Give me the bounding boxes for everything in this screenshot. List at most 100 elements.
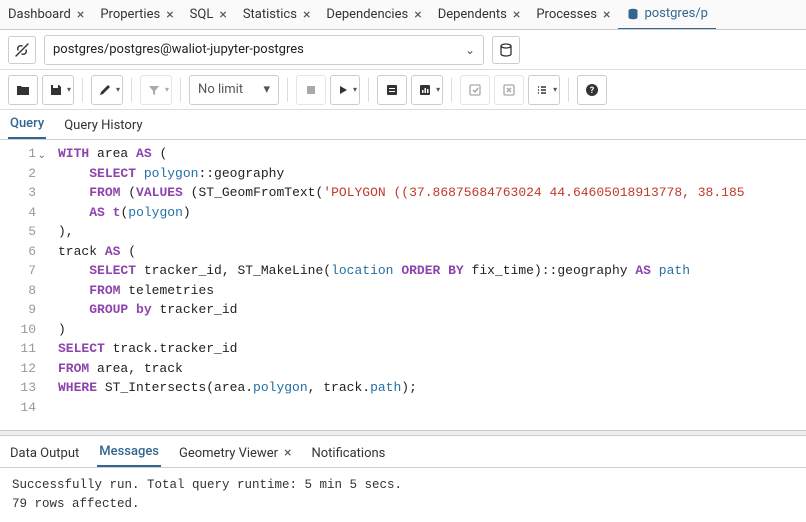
separator: [131, 78, 132, 102]
code-line: FROM area, track: [58, 359, 745, 379]
tab-messages[interactable]: Messages: [97, 438, 161, 467]
edit-button[interactable]: ▾: [91, 75, 123, 105]
line-number: 10: [2, 320, 36, 340]
chevron-down-icon: ▾: [264, 82, 271, 97]
connection-select[interactable]: postgres/postgres@waliot-jupyter-postgre…: [44, 35, 484, 65]
open-file-button[interactable]: [8, 75, 38, 105]
separator: [180, 78, 181, 102]
top-tab[interactable]: Properties ×: [92, 0, 181, 30]
folder-icon: [16, 83, 30, 97]
toolbar: ▾ ▾ ▾ No limit ▾ ▾ ▾ ▾ ?: [0, 70, 806, 110]
chevron-down-icon: ▾: [353, 85, 357, 94]
connection-status-button[interactable]: [8, 36, 36, 64]
save-icon: [49, 83, 63, 97]
code-line: ): [58, 320, 745, 340]
filter-icon: [147, 83, 161, 97]
fold-icon[interactable]: ⌄: [38, 147, 46, 167]
line-number: 6: [2, 242, 36, 262]
line-number: 7: [2, 261, 36, 281]
limit-label: No limit: [198, 82, 243, 97]
line-number: 1⌄: [2, 144, 36, 164]
disconnected-icon: [14, 42, 30, 58]
help-button[interactable]: ?: [577, 75, 607, 105]
pencil-icon: [98, 83, 112, 97]
close-icon[interactable]: ×: [166, 7, 173, 23]
limit-select[interactable]: No limit ▾: [189, 75, 279, 105]
code-line: FROM (VALUES (ST_GeomFromText('POLYGON (…: [58, 183, 745, 203]
tab-label: Dependents: [438, 7, 507, 22]
separator: [287, 78, 288, 102]
tab-label: Statistics: [243, 7, 297, 22]
sql-editor[interactable]: 1⌄234567891011121314 WITH area AS ( SELE…: [0, 140, 806, 430]
rollback-button[interactable]: [494, 75, 524, 105]
chevron-down-icon: ▾: [436, 85, 440, 94]
code-line: SELECT tracker_id, ST_MakeLine(location …: [58, 261, 745, 281]
line-number: 4: [2, 203, 36, 223]
explain-button[interactable]: [377, 75, 407, 105]
explain-analyze-button[interactable]: ▾: [411, 75, 443, 105]
database-icon: [626, 7, 640, 21]
connection-bar: postgres/postgres@waliot-jupyter-postgre…: [0, 30, 806, 70]
filter-button[interactable]: ▾: [140, 75, 172, 105]
play-icon: [337, 84, 349, 96]
line-number: 9: [2, 300, 36, 320]
top-tab[interactable]: Dashboard×: [0, 0, 92, 30]
close-icon[interactable]: ×: [284, 445, 291, 461]
code-line: [58, 398, 745, 418]
gutter: 1⌄234567891011121314: [0, 140, 42, 430]
editor-tabs: Query Query History: [0, 110, 806, 140]
chevron-down-icon: ⌄: [465, 43, 475, 57]
macros-button[interactable]: ▾: [528, 75, 560, 105]
line-number: 8: [2, 281, 36, 301]
close-icon[interactable]: ×: [414, 7, 421, 23]
code-line: ),: [58, 222, 745, 242]
tab-query-history[interactable]: Query History: [62, 112, 144, 139]
top-tab[interactable]: Processes ×: [528, 0, 618, 30]
close-icon[interactable]: ×: [513, 7, 520, 23]
top-tab[interactable]: Dependencies×: [318, 0, 429, 30]
list-icon: [535, 83, 549, 97]
close-icon[interactable]: ×: [303, 7, 310, 23]
close-icon[interactable]: ×: [77, 7, 84, 23]
line-number: 3: [2, 183, 36, 203]
help-icon: ?: [585, 83, 599, 97]
chevron-down-icon: ▾: [116, 85, 120, 94]
execute-button[interactable]: ▾: [330, 75, 360, 105]
chart-icon: [418, 83, 432, 97]
separator: [82, 78, 83, 102]
tab-label: Properties: [100, 7, 160, 22]
message-line: Successfully run. Total query runtime: 5…: [12, 476, 794, 495]
commit-button[interactable]: [460, 75, 490, 105]
close-icon[interactable]: ×: [219, 7, 226, 23]
tab-query[interactable]: Query: [8, 110, 46, 139]
top-tab[interactable]: Dependents ×: [430, 0, 529, 30]
separator: [451, 78, 452, 102]
code-line: GROUP by tracker_id: [58, 300, 745, 320]
tab-data-output[interactable]: Data Output: [8, 440, 81, 467]
tab-label: Processes: [536, 7, 597, 22]
new-connection-button[interactable]: [492, 36, 520, 64]
close-icon[interactable]: ×: [603, 7, 610, 23]
code-line: track AS (: [58, 242, 745, 262]
tab-geometry-viewer[interactable]: Geometry Viewer×: [177, 439, 294, 467]
top-tab[interactable]: Statistics ×: [235, 0, 319, 30]
separator: [568, 78, 569, 102]
stop-icon: [305, 84, 317, 96]
code-area[interactable]: WITH area AS ( SELECT polygon::geography…: [42, 140, 745, 430]
separator: [368, 78, 369, 102]
code-line: AS t(polygon): [58, 203, 745, 223]
code-line: SELECT track.tracker_id: [58, 339, 745, 359]
tab-notifications[interactable]: Notifications: [309, 440, 387, 467]
line-number: 12: [2, 359, 36, 379]
chevron-down-icon: ▾: [165, 85, 169, 94]
stop-button[interactable]: [296, 75, 326, 105]
code-line: FROM telemetries: [58, 281, 745, 301]
line-number: 14: [2, 398, 36, 418]
messages-panel: Successfully run. Total query runtime: 5…: [0, 468, 806, 522]
top-tab[interactable]: SQL×: [182, 0, 235, 30]
save-button[interactable]: ▾: [42, 75, 74, 105]
rollback-icon: [502, 83, 516, 97]
line-number: 5: [2, 222, 36, 242]
message-line: 79 rows affected.: [12, 495, 794, 514]
top-tab[interactable]: postgres/p: [618, 0, 716, 30]
